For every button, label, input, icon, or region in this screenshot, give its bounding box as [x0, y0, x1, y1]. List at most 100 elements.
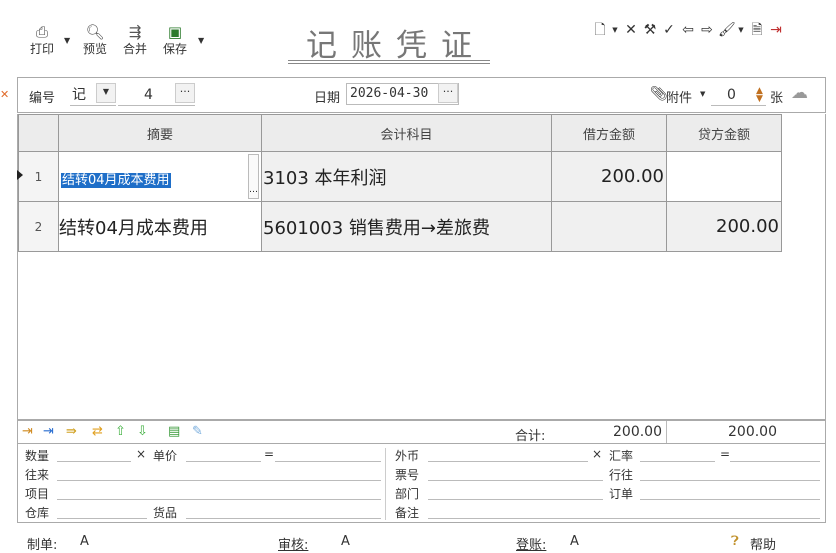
- audit-label[interactable]: 审核:: [278, 534, 308, 553]
- move-down-icon[interactable]: ⇩: [137, 424, 148, 440]
- save-dropdown-icon[interactable]: ▼: [198, 36, 204, 45]
- warehouse-field[interactable]: [57, 518, 147, 519]
- contact-field[interactable]: [57, 480, 381, 481]
- foreign-currency-field[interactable]: [428, 461, 588, 462]
- new-document-icon[interactable]: 🗋: [592, 20, 608, 40]
- total-label: 合计:: [515, 429, 546, 444]
- printer-icon: ⎙: [35, 23, 48, 41]
- amount-field[interactable]: [275, 461, 381, 462]
- department-field[interactable]: [428, 499, 603, 500]
- maker-label: 制单:: [27, 538, 58, 553]
- bank-label: 行往: [609, 468, 634, 482]
- unit-price-field[interactable]: [186, 461, 261, 462]
- attachment-icon[interactable]: 🗎: [749, 20, 765, 40]
- equals-sign: =: [264, 447, 275, 461]
- foreign-currency-label: 外币: [395, 449, 420, 463]
- credit-cell[interactable]: [666, 151, 782, 202]
- debit-column-header[interactable]: 借方金额: [551, 114, 667, 152]
- remark-field[interactable]: [428, 518, 820, 519]
- project-field[interactable]: [57, 499, 381, 500]
- row-number[interactable]: 1: [17, 151, 59, 202]
- preview-icon: 🔍︎: [85, 23, 105, 41]
- summary-cell[interactable]: 结转04月成本费用: [58, 201, 262, 252]
- settings-wrench-icon[interactable]: ✎: [192, 424, 203, 440]
- exit-icon[interactable]: ⇥: [768, 20, 784, 40]
- account-cell[interactable]: 3103 本年利润: [261, 151, 552, 202]
- current-row-indicator-icon: [17, 170, 23, 180]
- equals-sign: =: [720, 447, 731, 461]
- swap-icon[interactable]: ⇄: [92, 424, 103, 440]
- brush-dropdown-icon[interactable]: ▼: [737, 20, 745, 40]
- print-dropdown-icon[interactable]: ▼: [64, 36, 70, 45]
- brush-icon[interactable]: 🖌︎: [718, 20, 736, 40]
- print-button[interactable]: ⎙ 打印: [22, 22, 62, 56]
- previous-icon[interactable]: ⇦: [680, 20, 696, 40]
- goods-field[interactable]: [186, 518, 381, 519]
- account-column-header[interactable]: 会计科目: [261, 114, 552, 152]
- row-number-header: [18, 114, 59, 152]
- title-underline: [288, 60, 490, 61]
- summary-column-header[interactable]: 摘要: [58, 114, 262, 152]
- times-sign: ×: [592, 447, 603, 461]
- post-label-text: 登账:: [516, 538, 547, 553]
- table-row[interactable]: 1 结转04月成本费用 … 3103 本年利润 200.00: [17, 151, 782, 202]
- insert-row-icon[interactable]: ⇥: [22, 424, 33, 440]
- order-field[interactable]: [640, 499, 820, 500]
- delete-icon[interactable]: ✕: [623, 20, 639, 40]
- grid-top-border: [17, 112, 826, 113]
- summary-cell-editing[interactable]: 结转04月成本费用 …: [58, 151, 262, 202]
- entry-grid: 摘要 会计科目 借方金额 贷方金额 1 结转04月成本费用 … 3103 本年利…: [17, 114, 826, 420]
- close-marker-icon[interactable]: ✕: [0, 88, 9, 101]
- aux-divider: [385, 448, 386, 520]
- calculator-icon[interactable]: ▤: [168, 424, 180, 440]
- goods-label: 货品: [153, 506, 178, 520]
- unit-price-label: 单价: [153, 449, 178, 463]
- base-amount-field[interactable]: [730, 461, 820, 462]
- voucher-word-dropdown[interactable]: ▼: [96, 83, 116, 103]
- spinner-icon[interactable]: ▲ ▼: [756, 87, 763, 104]
- check-icon[interactable]: ✓: [661, 20, 677, 40]
- summary-selected-text[interactable]: 结转04月成本费用: [61, 173, 171, 188]
- post-label[interactable]: 登账:: [516, 534, 546, 553]
- preview-button[interactable]: 🔍︎ 预览: [75, 22, 115, 56]
- print-label: 打印: [29, 42, 54, 56]
- table-row[interactable]: 2 结转04月成本费用 5601003 销售费用→差旅费 200.00: [18, 201, 782, 252]
- grid-tools-bar: ⇥ ⇥ ⇛ ⇄ ⇧ ⇩ ▤ ✎ 合计: 200.00 200.00: [17, 420, 826, 444]
- copy-row-icon[interactable]: ⇛: [66, 424, 77, 440]
- account-cell[interactable]: 5601003 销售费用→差旅费: [261, 201, 552, 252]
- help-icon[interactable]: ❓︎: [731, 534, 739, 549]
- date-picker-button[interactable]: ···: [438, 83, 458, 103]
- attachment-dropdown-icon[interactable]: ▼: [700, 90, 705, 98]
- right-toolbar: 🗋 ▼ ✕ ⚒ ✓ ⇦ ⇨ 🖌︎ ▼ 🗎 ⇥: [592, 20, 787, 40]
- new-dropdown-icon[interactable]: ▼: [611, 20, 619, 40]
- contact-label: 往来: [25, 468, 50, 482]
- ticket-number-field[interactable]: [428, 480, 603, 481]
- next-icon[interactable]: ⇨: [699, 20, 715, 40]
- floppy-icon: ▣: [167, 23, 183, 41]
- number-label: 编号: [29, 91, 56, 106]
- summary-ellipsis-button[interactable]: …: [248, 154, 259, 199]
- voucher-number-picker-button[interactable]: ···: [175, 83, 195, 103]
- quantity-label: 数量: [25, 449, 50, 463]
- save-label: 保存: [162, 42, 187, 56]
- merge-button[interactable]: ⇶ 合并: [115, 22, 155, 56]
- attachment-label[interactable]: 附件: [666, 87, 692, 106]
- credit-column-header[interactable]: 贷方金额: [666, 114, 782, 152]
- help-link[interactable]: 帮助: [750, 534, 776, 553]
- auxiliary-info-panel: 数量 × 单价 = 往来 项目 仓库 货品 外币 × 汇率 = 票号 行往 部门…: [17, 444, 826, 523]
- times-sign: ×: [136, 447, 147, 461]
- department-label: 部门: [395, 487, 420, 501]
- debit-cell[interactable]: 200.00: [551, 151, 667, 202]
- debit-cell[interactable]: [551, 201, 667, 252]
- save-button[interactable]: ▣ 保存: [155, 22, 195, 56]
- bank-field[interactable]: [640, 480, 820, 481]
- merge-label: 合并: [122, 42, 147, 56]
- move-up-icon[interactable]: ⇧: [115, 424, 126, 440]
- credit-cell[interactable]: 200.00: [666, 201, 782, 252]
- exchange-rate-field[interactable]: [640, 461, 715, 462]
- cloud-upload-icon[interactable]: ☁: [791, 83, 808, 103]
- tools-icon[interactable]: ⚒: [642, 20, 658, 40]
- append-row-icon[interactable]: ⇥: [43, 424, 54, 440]
- quantity-field[interactable]: [57, 461, 131, 462]
- row-number[interactable]: 2: [18, 201, 59, 252]
